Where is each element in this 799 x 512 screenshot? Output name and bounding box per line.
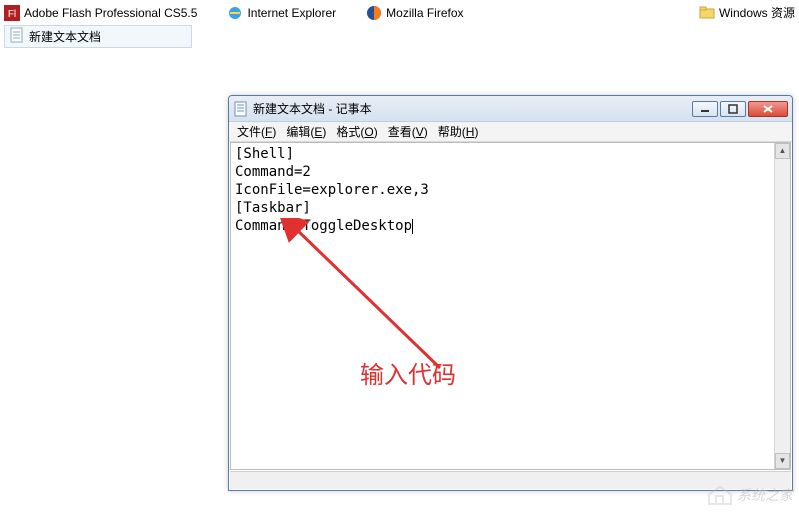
notepad-icon [233,101,249,117]
desktop-icon-flash[interactable]: Fl Adobe Flash Professional CS5.5 [4,4,197,21]
desktop-file-label: 新建文本文档 [29,28,101,45]
editor-area: [Shell] Command=2 IconFile=explorer.exe,… [230,142,791,470]
desktop-file-new-text[interactable]: 新建文本文档 [4,25,192,48]
svg-text:Fl: Fl [8,9,16,20]
menubar: 文件(F) 编辑(E) 格式(O) 查看(V) 帮助(H) [229,122,792,142]
watermark-logo-icon [707,484,733,506]
menu-view[interactable]: 查看(V) [388,123,428,140]
close-button[interactable] [748,101,788,117]
folder-icon [699,5,715,21]
menu-format[interactable]: 格式(O) [336,123,377,140]
desktop-icon-label: Internet Explorer [247,6,336,20]
ie-icon [227,5,243,21]
firefox-icon [366,5,382,21]
desktop-icon-row: Fl Adobe Flash Professional CS5.5 Intern… [0,0,799,23]
menu-edit[interactable]: 编辑(E) [286,123,326,140]
flash-icon: Fl [4,5,20,21]
watermark-text: 系统之家 [737,485,793,505]
notepad-window: 新建文本文档 - 记事本 文件(F) 编辑(E) 格式(O) 查看(V) 帮助(… [228,95,793,491]
desktop-icon-label: Adobe Flash Professional CS5.5 [24,6,197,20]
window-title: 新建文本文档 - 记事本 [253,100,692,117]
desktop-icon-ie[interactable]: Internet Explorer [227,4,336,21]
menu-help[interactable]: 帮助(H) [438,123,479,140]
desktop-icon-label: Mozilla Firefox [386,6,463,20]
menu-file[interactable]: 文件(F) [237,123,276,140]
vertical-scrollbar[interactable]: ▲ ▼ [774,143,790,469]
desktop-icon-label: Windows 资源 [719,4,795,21]
titlebar[interactable]: 新建文本文档 - 记事本 [229,96,792,122]
minimize-button[interactable] [692,101,718,117]
desktop-icon-row-2: 新建文本文档 [0,23,799,50]
textfile-icon [9,27,25,46]
desktop-icon-firefox[interactable]: Mozilla Firefox [366,4,463,21]
text-editor[interactable]: [Shell] Command=2 IconFile=explorer.exe,… [231,143,774,469]
scroll-up-button[interactable]: ▲ [775,143,790,159]
watermark: 系统之家 [707,484,793,506]
desktop-icon-windows-resources[interactable]: Windows 资源 [699,4,795,21]
maximize-button[interactable] [720,101,746,117]
scroll-down-button[interactable]: ▼ [775,453,790,469]
